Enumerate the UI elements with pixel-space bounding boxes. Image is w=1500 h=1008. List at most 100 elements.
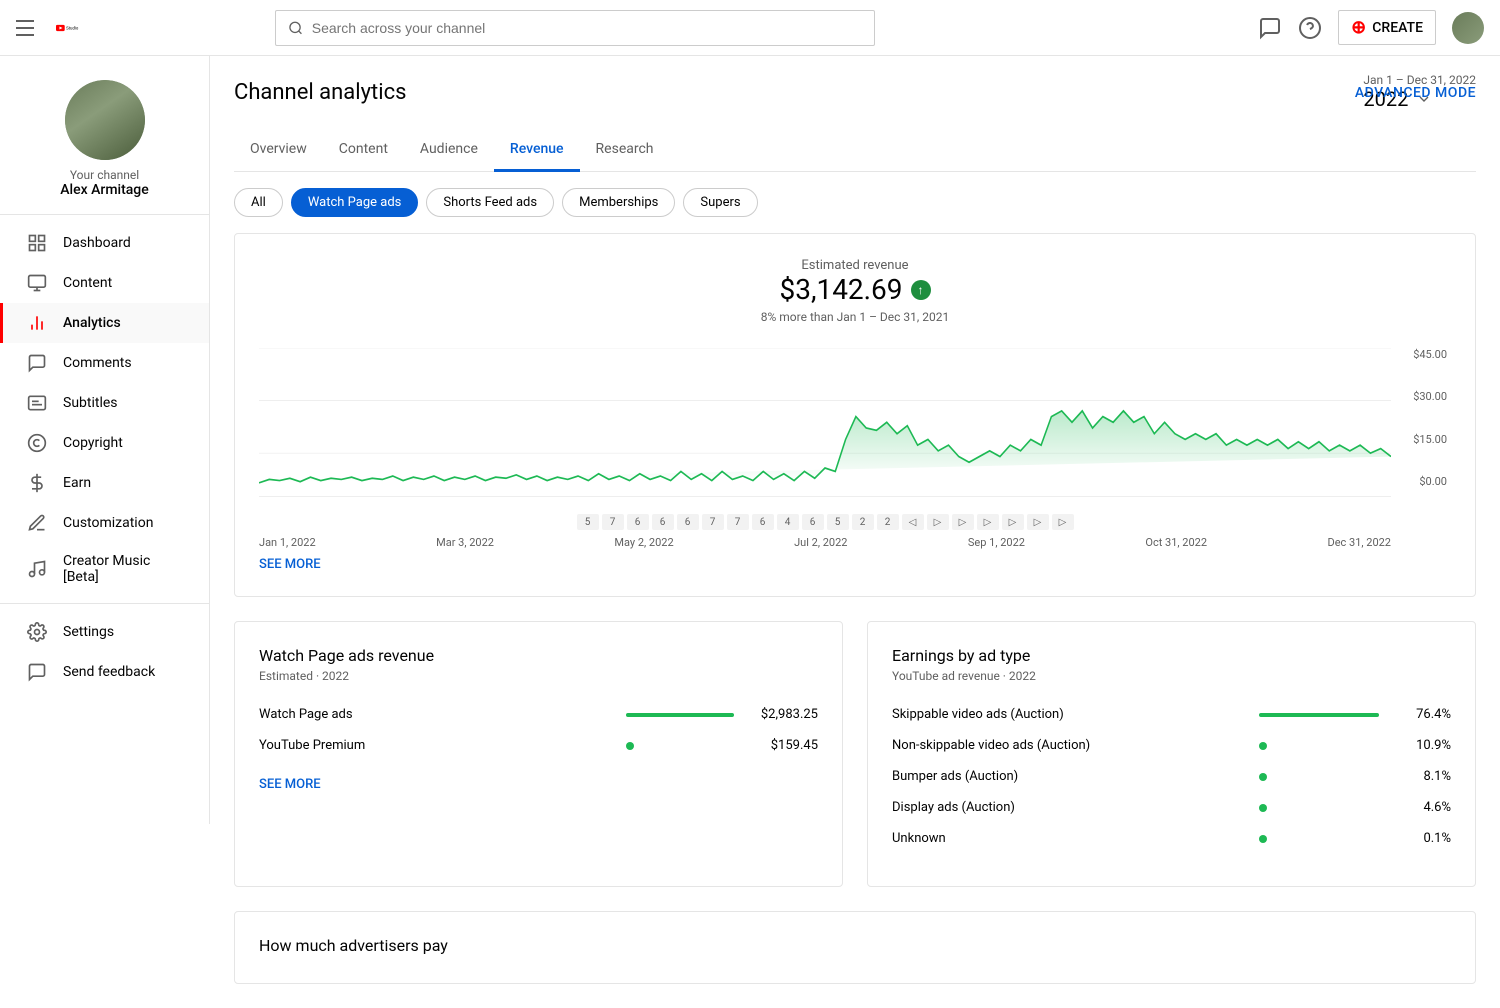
x-label-7: Dec 31, 2022	[1327, 536, 1391, 549]
customization-icon	[27, 513, 47, 533]
sidebar-item-creator-music[interactable]: Creator Music [Beta]	[0, 543, 209, 595]
comments-icon	[27, 353, 47, 373]
y-label-2: $30.00	[1413, 390, 1447, 403]
tab-revenue[interactable]: Revenue	[494, 129, 580, 172]
menu-button[interactable]	[16, 16, 40, 40]
ctrl-next5[interactable]: ▷	[1027, 514, 1049, 530]
ctrl-5[interactable]: 5	[577, 514, 599, 530]
header-right: ⊕ CREATE	[1258, 10, 1484, 45]
sidebar-channel-name: Alex Armitage	[16, 182, 193, 198]
sidebar-item-customization[interactable]: Customization	[0, 503, 209, 543]
ctrl-prev[interactable]: ◁	[902, 514, 924, 530]
chart-controls-row: 5 7 6 6 6 7 7 6 4 6 5 2 2 ◁ ▷ ▷ ▷ ▷ ▷ ▷	[259, 514, 1451, 530]
revenue-chart-svg	[259, 348, 1391, 508]
earnings-dot-4	[1259, 835, 1267, 843]
x-label-1: Jan 1, 2022	[259, 536, 316, 549]
feedback-icon	[27, 662, 47, 682]
ctrl-next4[interactable]: ▷	[1002, 514, 1024, 530]
ctrl-next[interactable]: ▷	[927, 514, 949, 530]
earnings-card-subtitle: YouTube ad revenue · 2022	[892, 669, 1451, 683]
sidebar-channel-label: Your channel	[16, 168, 193, 182]
search-bar	[275, 10, 875, 46]
sidebar-item-copyright-label: Copyright	[63, 435, 123, 451]
analytics-icon	[27, 313, 47, 333]
create-label: CREATE	[1372, 20, 1423, 36]
ctrl-7b[interactable]: 7	[702, 514, 724, 530]
ctrl-5b[interactable]: 5	[827, 514, 849, 530]
how-much-card-title: How much advertisers pay	[259, 936, 1451, 955]
tab-research[interactable]: Research	[580, 129, 670, 172]
earnings-row-1: Non-skippable video ads (Auction) 10.9%	[892, 738, 1451, 753]
page-header: Channel analytics ADVANCED MODE	[234, 80, 1476, 105]
tab-audience[interactable]: Audience	[404, 129, 494, 172]
sidebar-item-analytics-label: Analytics	[63, 315, 121, 331]
chart-see-more-button[interactable]: SEE MORE	[259, 557, 321, 572]
tab-content[interactable]: Content	[323, 129, 404, 172]
create-button[interactable]: ⊕ CREATE	[1338, 10, 1436, 45]
ctrl-6e[interactable]: 6	[802, 514, 824, 530]
sidebar-item-earn[interactable]: Earn	[0, 463, 209, 503]
ctrl-next2[interactable]: ▷	[952, 514, 974, 530]
tab-overview[interactable]: Overview	[234, 129, 323, 172]
ctrl-6c[interactable]: 6	[677, 514, 699, 530]
earnings-row-0: Skippable video ads (Auction) 76.4%	[892, 707, 1451, 722]
sidebar-item-comments[interactable]: Comments	[0, 343, 209, 383]
earnings-row-2-value: 8.1%	[1391, 769, 1451, 784]
watch-page-bar-2	[626, 742, 746, 750]
earnings-bar-3	[1259, 804, 1379, 812]
ctrl-6d[interactable]: 6	[752, 514, 774, 530]
chip-watch-page-ads[interactable]: Watch Page ads	[291, 188, 419, 217]
sidebar-item-analytics[interactable]: Analytics	[0, 303, 209, 343]
search-icon	[288, 20, 303, 36]
search-input[interactable]	[312, 20, 863, 36]
earnings-row-2: Bumper ads (Auction) 8.1%	[892, 769, 1451, 784]
youtube-logo-icon: Studio	[56, 18, 84, 38]
sidebar-avatar	[65, 80, 145, 160]
watch-page-see-more-button[interactable]: SEE MORE	[259, 777, 321, 792]
dashboard-icon	[27, 233, 47, 253]
earnings-bar-1	[1259, 742, 1379, 750]
earnings-card: Earnings by ad type YouTube ad revenue ·…	[867, 621, 1476, 887]
ctrl-2a[interactable]: 2	[852, 514, 874, 530]
chart-comparison: 8% more than Jan 1 – Dec 31, 2021	[259, 310, 1451, 324]
ctrl-7[interactable]: 7	[602, 514, 624, 530]
sidebar-item-copyright[interactable]: Copyright	[0, 423, 209, 463]
sidebar-item-feedback[interactable]: Send feedback	[0, 652, 209, 692]
chip-all[interactable]: All	[234, 188, 283, 217]
message-icon[interactable]	[1258, 16, 1282, 40]
earnings-bar-4	[1259, 835, 1379, 843]
chip-supers[interactable]: Supers	[683, 188, 757, 217]
sidebar-item-subtitles[interactable]: Subtitles	[0, 383, 209, 423]
earnings-dot-3	[1259, 804, 1267, 812]
ctrl-2b[interactable]: 2	[877, 514, 899, 530]
ctrl-4[interactable]: 4	[777, 514, 799, 530]
x-label-3: May 2, 2022	[614, 536, 673, 549]
ctrl-6b[interactable]: 6	[652, 514, 674, 530]
advanced-mode-button[interactable]: ADVANCED MODE	[1355, 85, 1476, 101]
sidebar-item-content[interactable]: Content	[0, 263, 209, 303]
avatar[interactable]	[1452, 12, 1484, 44]
ctrl-next6[interactable]: ▷	[1052, 514, 1074, 530]
main-content: Channel analytics ADVANCED MODE Jan 1 – …	[210, 56, 1500, 1008]
chart-x-axis: Jan 1, 2022 Mar 3, 2022 May 2, 2022 Jul …	[259, 536, 1451, 549]
watch-page-row-2-label: YouTube Premium	[259, 738, 614, 753]
ctrl-6a[interactable]: 6	[627, 514, 649, 530]
ctrl-7c[interactable]: 7	[727, 514, 749, 530]
chip-shorts-feed-ads[interactable]: Shorts Feed ads	[426, 188, 554, 217]
earnings-bar-0	[1259, 713, 1379, 717]
help-icon[interactable]	[1298, 16, 1322, 40]
chip-memberships[interactable]: Memberships	[562, 188, 675, 217]
sidebar-item-feedback-label: Send feedback	[63, 664, 155, 680]
logo[interactable]: Studio	[56, 18, 84, 38]
earnings-row-4-label: Unknown	[892, 831, 1247, 846]
watch-page-bar-fill-1	[626, 713, 734, 717]
sidebar: Your channel Alex Armitage Dashboard Con…	[0, 56, 210, 824]
chart-value: $3,142.69 ↑	[259, 273, 1451, 306]
ctrl-next3[interactable]: ▷	[977, 514, 999, 530]
watch-page-dot-2	[626, 742, 634, 750]
sidebar-item-dashboard[interactable]: Dashboard	[0, 223, 209, 263]
sidebar-item-earn-label: Earn	[63, 475, 91, 491]
header-left: Studio	[16, 16, 84, 40]
x-label-2: Mar 3, 2022	[436, 536, 494, 549]
sidebar-item-settings[interactable]: Settings	[0, 612, 209, 652]
